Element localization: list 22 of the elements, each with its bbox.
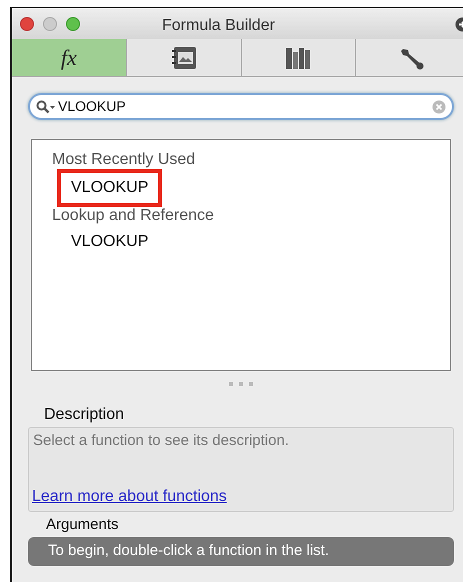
search-input[interactable]: VLOOKUP xyxy=(58,96,430,117)
search-icon xyxy=(36,100,56,114)
books-icon xyxy=(285,46,312,70)
category-heading: Most Recently Used xyxy=(52,150,196,170)
arguments-message: To begin, double-click a function in the list. xyxy=(28,536,454,566)
search-field[interactable]: VLOOKUP xyxy=(28,93,454,120)
toolbar-tab[interactable] xyxy=(355,39,463,76)
zoom-button[interactable] xyxy=(66,16,80,30)
window-title: Formula Builder xyxy=(162,16,275,36)
toolbar-tab[interactable] xyxy=(240,39,356,76)
toolbar-tab[interactable]: fx xyxy=(12,39,126,76)
function-item[interactable]: VLOOKUP xyxy=(57,169,162,207)
splitter-handle[interactable] xyxy=(229,381,253,387)
photo-album-icon xyxy=(170,46,197,70)
toolbar-tab[interactable] xyxy=(126,39,240,76)
function-item[interactable]: VLOOKUP xyxy=(71,231,148,253)
learn-more-link[interactable]: Learn more about functions xyxy=(29,485,227,509)
section-label: Arguments xyxy=(46,515,119,535)
category-heading: Lookup and Reference xyxy=(52,206,214,226)
section-label: Description xyxy=(44,405,124,425)
description-text: Select a function to see its description. xyxy=(32,431,289,451)
close-button[interactable] xyxy=(20,16,34,30)
